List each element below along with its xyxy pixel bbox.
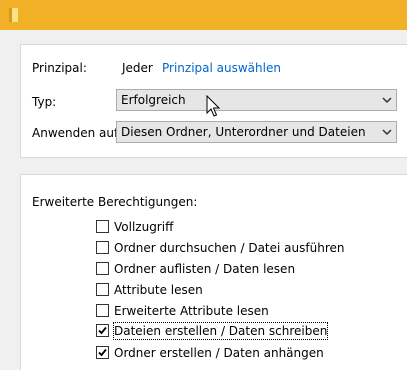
checkmark-icon [98,348,107,357]
folder-icon [9,8,18,22]
checkmark-icon [98,326,107,335]
chevron-down-icon [382,97,392,104]
permission-label: Ordner auflisten / Daten lesen [114,262,296,276]
principal-value: Jeder [122,61,153,75]
permission-label: Vollzugriff [114,220,174,234]
type-selected-value: Erfolgreich [121,93,186,107]
permission-label: Erweiterte Attribute lesen [114,304,269,318]
permission-label: Attribute lesen [114,283,203,297]
applies-to-label: Anwenden auf: [32,126,122,140]
mouse-pointer-icon [206,95,221,117]
checkbox[interactable] [96,324,109,337]
checkbox[interactable] [96,220,109,233]
permission-label: Ordner erstellen / Daten anhängen [114,346,324,360]
advanced-permissions-panel: Erweiterte Berechtigungen: Vollzugriff O… [20,174,407,370]
applies-to-dropdown[interactable]: Diesen Ordner, Unterordner und Dateien [116,121,397,143]
advanced-permissions-heading: Erweiterte Berechtigungen: [32,195,198,209]
principal-label: Prinzipal: [32,61,87,75]
checkbox[interactable] [96,262,109,275]
applies-to-selected-value: Diesen Ordner, Unterordner und Dateien [121,125,366,139]
type-label: Typ: [32,95,57,109]
checkbox[interactable] [96,304,109,317]
select-principal-link[interactable]: Prinzipal auswählen [162,60,281,76]
type-dropdown[interactable]: Erfolgreich [116,89,397,111]
chevron-down-icon [382,129,392,136]
checkbox[interactable] [96,283,109,296]
checkbox[interactable] [96,346,109,359]
permission-label: Ordner durchsuchen / Datei ausführen [114,241,345,255]
checkbox[interactable] [96,241,109,254]
window-titlebar [0,0,407,30]
permission-label: Dateien erstellen / Daten schreiben [112,322,329,340]
